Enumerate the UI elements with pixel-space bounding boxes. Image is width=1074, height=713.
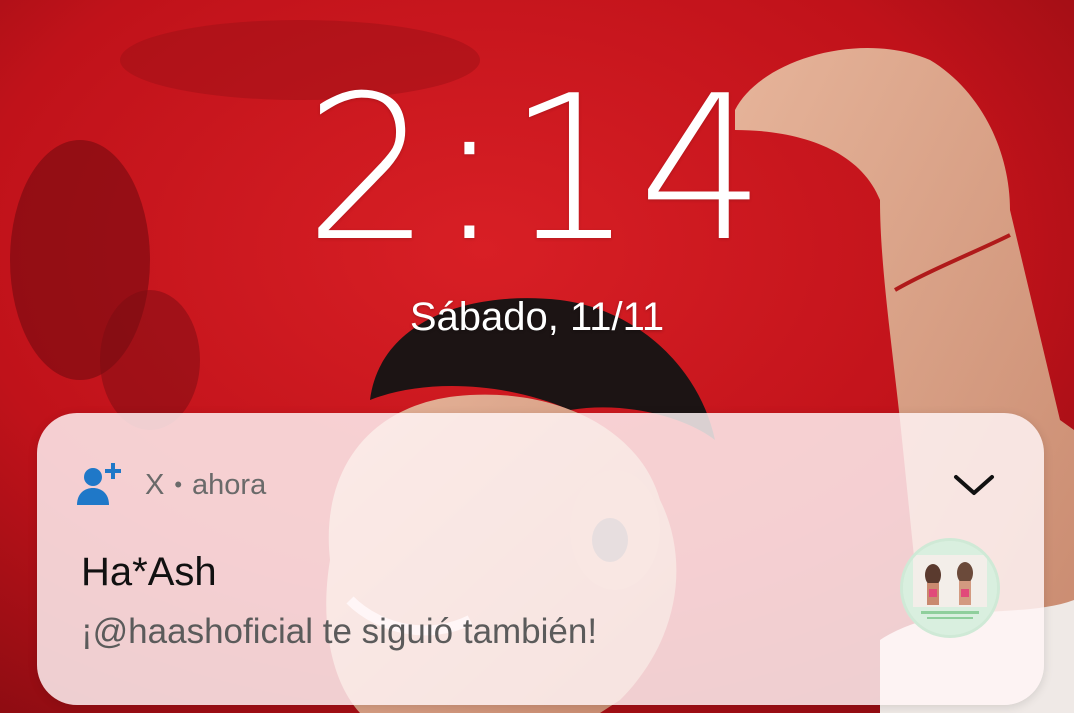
notification-body: ¡@haashoficial te siguió también! (81, 612, 598, 651)
profile-avatar-image (903, 541, 997, 635)
notification-card[interactable]: X • ahora Ha*Ash ¡@haashoficial te sigui… (37, 413, 1044, 705)
lockscreen-clock: 2:14 (304, 53, 770, 286)
header-separator: • (174, 472, 183, 497)
notification-header: X • ahora (75, 457, 266, 513)
notification-app-name: X (145, 469, 165, 501)
lockscreen-date: Sábado, 11/11 (409, 295, 665, 339)
expand-notification-button[interactable] (944, 459, 1004, 511)
chevron-down-icon (954, 475, 994, 495)
person-add-icon (77, 463, 121, 505)
notification-timestamp: ahora (192, 469, 267, 501)
notification-title: Ha*Ash (81, 550, 217, 594)
lock-screen: 2:14 Sábado, 11/11 X • ahora Ha*Ash ¡@ha… (0, 0, 1074, 713)
